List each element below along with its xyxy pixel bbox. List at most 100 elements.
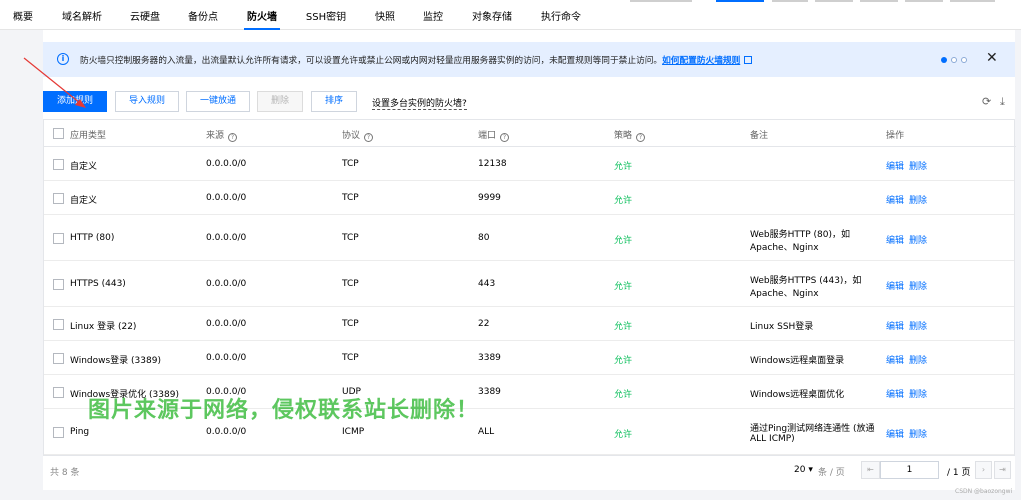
row-checkbox[interactable] bbox=[53, 233, 64, 244]
cell-policy: 允许 bbox=[614, 322, 633, 332]
cell-note: Web服务HTTPS (443)，如 bbox=[750, 276, 862, 286]
tab-backup[interactable]: 备份点 bbox=[187, 0, 219, 30]
delete-link[interactable]: 删除 bbox=[909, 319, 927, 332]
edit-link[interactable]: 编辑 bbox=[886, 319, 904, 332]
cell-policy: 允许 bbox=[614, 162, 633, 172]
delete-link[interactable]: 删除 bbox=[909, 387, 927, 400]
refresh-icon[interactable]: ⟳ bbox=[982, 95, 991, 108]
delete-link[interactable]: 删除 bbox=[909, 193, 927, 206]
cell-port: 9999 bbox=[478, 193, 501, 203]
tab-run-command[interactable]: 执行命令 bbox=[540, 0, 582, 30]
page-input[interactable]: 1 bbox=[880, 461, 939, 479]
tab-firewall[interactable]: 防火墙 bbox=[244, 0, 280, 30]
delete-link[interactable]: 删除 bbox=[909, 233, 927, 246]
carousel-dot-1[interactable] bbox=[941, 57, 947, 63]
help-icon[interactable]: ? bbox=[364, 133, 374, 142]
help-icon[interactable]: ? bbox=[500, 133, 510, 142]
tab-cloud-disk[interactable]: 云硬盘 bbox=[129, 0, 161, 30]
top-edge-button-stub bbox=[630, 0, 692, 2]
tab-dns[interactable]: 域名解析 bbox=[61, 0, 103, 30]
first-page-button[interactable]: ⇤ bbox=[861, 461, 880, 479]
edit-link[interactable]: 编辑 bbox=[886, 427, 904, 440]
help-icon[interactable]: ? bbox=[636, 133, 646, 142]
header-source: 来源? bbox=[206, 128, 238, 142]
add-rule-button[interactable]: 添加规则 bbox=[43, 91, 107, 112]
next-page-button[interactable]: › bbox=[975, 461, 992, 479]
cell-app-type: Windows登录 (3389) bbox=[70, 356, 161, 366]
cell-source: 0.0.0.0/0 bbox=[206, 319, 247, 329]
cell-note: ALL ICMP) bbox=[750, 434, 795, 444]
help-icon[interactable]: ? bbox=[228, 133, 238, 142]
tab-monitor[interactable]: 监控 bbox=[422, 0, 444, 30]
top-edge-button-stub bbox=[815, 0, 853, 2]
row-checkbox[interactable] bbox=[53, 427, 64, 438]
edit-link[interactable]: 编辑 bbox=[886, 193, 904, 206]
carousel-dot-3[interactable] bbox=[961, 57, 967, 63]
page-size-select[interactable]: 20 ▾ bbox=[794, 465, 813, 475]
cell-policy: 允许 bbox=[614, 236, 633, 246]
cell-source: 0.0.0.0/0 bbox=[206, 427, 247, 437]
notice-text: 防火墙只控制服务器的入流量，出流量默认允许所有请求，可以设置允许或禁止公网或内网… bbox=[80, 53, 753, 66]
sort-button[interactable]: 排序 bbox=[311, 91, 357, 112]
cell-protocol: TCP bbox=[342, 353, 359, 363]
header-protocol: 协议? bbox=[342, 128, 374, 142]
one-click-open-button[interactable]: 一键放通 bbox=[186, 91, 250, 112]
table-row: 自定义 0.0.0.0/0 TCP 9999 允许 编辑 删除 bbox=[44, 181, 1014, 215]
tab-overview[interactable]: 概要 bbox=[11, 0, 35, 30]
row-checkbox[interactable] bbox=[53, 279, 64, 290]
row-checkbox[interactable] bbox=[53, 193, 64, 204]
delete-link[interactable]: 删除 bbox=[909, 427, 927, 440]
cell-policy: 允许 bbox=[614, 356, 633, 366]
last-page-button[interactable]: ⇥ bbox=[994, 461, 1011, 479]
table-header: 应用类型 来源? 协议? 端口? 策略? 备注 操作 bbox=[44, 120, 1016, 147]
cell-app-type: Linux 登录 (22) bbox=[70, 322, 137, 332]
download-icon[interactable]: ⤓ bbox=[1000, 95, 1005, 109]
tab-object-storage[interactable]: 对象存储 bbox=[471, 0, 513, 30]
row-checkbox[interactable] bbox=[53, 319, 64, 330]
cell-note: Windows远程桌面登录 bbox=[750, 356, 845, 366]
watermark-text: 图片来源于网络，侵权联系站长删除！ bbox=[88, 398, 480, 423]
tab-snapshot[interactable]: 快照 bbox=[374, 0, 396, 30]
cell-source: 0.0.0.0/0 bbox=[206, 193, 247, 203]
cell-note: Apache、Nginx bbox=[750, 289, 819, 299]
table-row: Windows登录 (3389) 0.0.0.0/0 TCP 3389 允许 Window… bbox=[44, 341, 1014, 375]
row-checkbox[interactable] bbox=[53, 159, 64, 170]
cell-source: 0.0.0.0/0 bbox=[206, 353, 247, 363]
cell-note: Web服务HTTP (80)，如 bbox=[750, 230, 850, 240]
edit-link[interactable]: 编辑 bbox=[886, 233, 904, 246]
per-page-label: 条 / 页 bbox=[818, 468, 845, 478]
delete-button[interactable]: 删除 bbox=[257, 91, 303, 112]
select-all-checkbox[interactable] bbox=[53, 128, 64, 139]
top-edge-button-stub bbox=[772, 0, 808, 2]
carousel-dot-2[interactable] bbox=[951, 57, 957, 63]
edit-link[interactable]: 编辑 bbox=[886, 159, 904, 172]
top-edge-button-stub bbox=[860, 0, 898, 2]
cell-app-type: HTTPS (443) bbox=[70, 279, 126, 289]
row-checkbox[interactable] bbox=[53, 353, 64, 364]
external-link-icon bbox=[744, 56, 753, 64]
table-row: HTTP (80) 0.0.0.0/0 TCP 80 允许 Web服务HTTP (80)，… bbox=[44, 215, 1014, 261]
close-icon[interactable]: ✕ bbox=[986, 50, 998, 66]
delete-link[interactable]: 删除 bbox=[909, 279, 927, 292]
cell-port: 80 bbox=[478, 233, 490, 243]
cell-app-type: HTTP (80) bbox=[70, 233, 115, 243]
top-edge-button-stub bbox=[905, 0, 943, 2]
import-rule-button[interactable]: 导入规则 bbox=[115, 91, 179, 112]
top-edge-button-stub bbox=[950, 0, 995, 2]
cell-note: 通过Ping测试网络连通性 (放通 bbox=[750, 424, 875, 434]
row-checkbox[interactable] bbox=[53, 387, 64, 398]
edit-link[interactable]: 编辑 bbox=[886, 353, 904, 366]
edit-link[interactable]: 编辑 bbox=[886, 279, 904, 292]
table-row: Linux 登录 (22) 0.0.0.0/0 TCP 22 允许 Linux SSH登录… bbox=[44, 307, 1014, 341]
firewall-help-link[interactable]: 如何配置防火墙规则 bbox=[662, 56, 740, 66]
cell-app-type: 自定义 bbox=[70, 162, 98, 172]
delete-link[interactable]: 删除 bbox=[909, 159, 927, 172]
header-app-type: 应用类型 bbox=[70, 131, 107, 141]
cell-protocol: TCP bbox=[342, 159, 359, 169]
multi-instance-firewall-link[interactable]: 设置多台实例的防火墙? bbox=[372, 96, 467, 110]
delete-link[interactable]: 删除 bbox=[909, 353, 927, 366]
tab-ssh-key[interactable]: SSH密钥 bbox=[305, 0, 347, 30]
top-tab-bar: 概要 域名解析 云硬盘 备份点 防火墙 SSH密钥 快照 监控 对象存储 执行命… bbox=[0, 0, 1021, 30]
edit-link[interactable]: 编辑 bbox=[886, 387, 904, 400]
cell-policy: 允许 bbox=[614, 430, 633, 440]
